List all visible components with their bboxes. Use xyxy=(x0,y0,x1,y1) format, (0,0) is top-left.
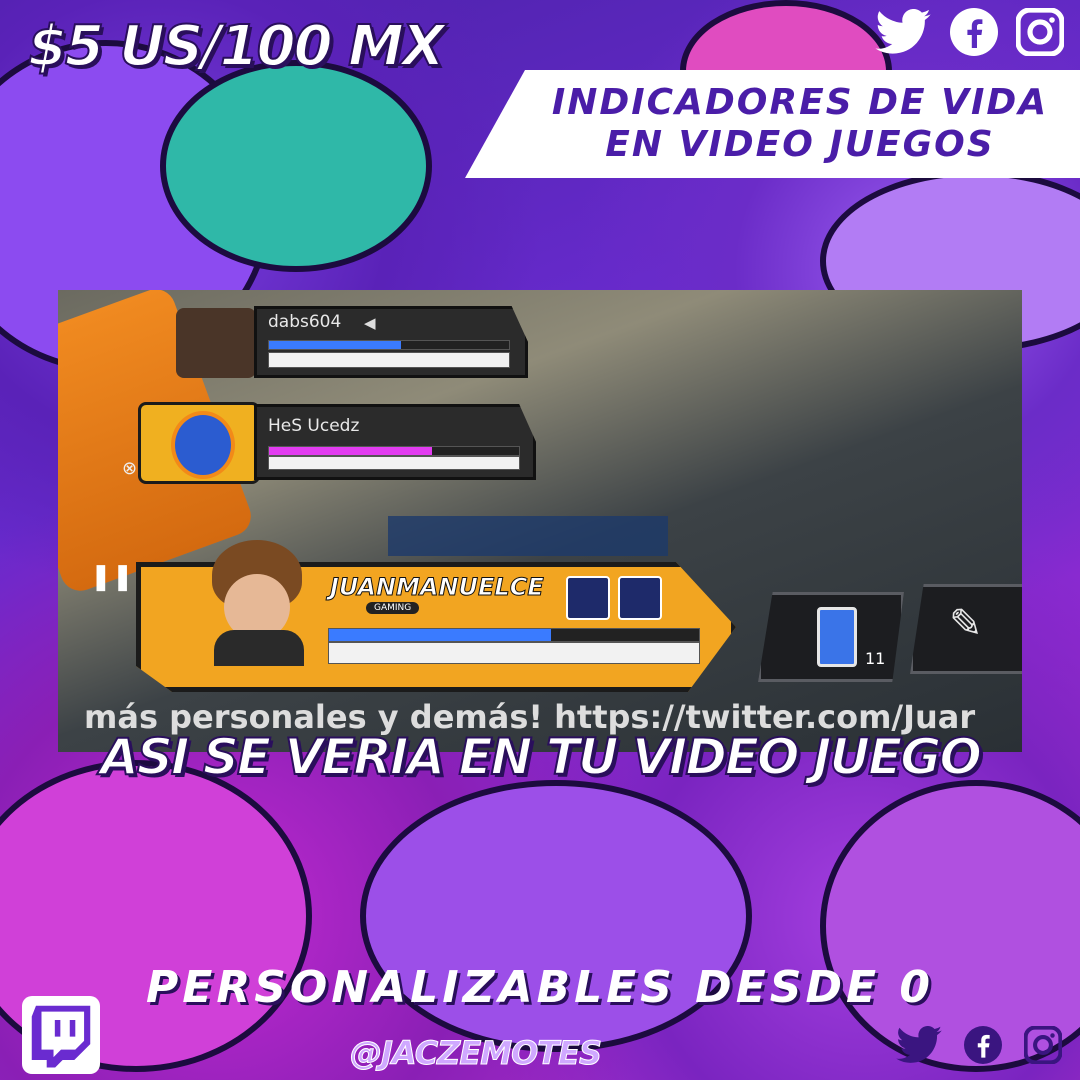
price-label: $5 US/100 MX xyxy=(27,13,446,80)
twitter-icon[interactable] xyxy=(874,8,932,59)
shield-cell-icon xyxy=(817,607,857,667)
player1-health-bar xyxy=(268,352,510,368)
main-player-shield-fill xyxy=(329,629,551,641)
player2-name: HeS Ucedz xyxy=(268,416,360,436)
avatar-body xyxy=(214,630,304,666)
badge-1-icon xyxy=(566,576,610,620)
speaker-icon: ◀ xyxy=(364,314,376,332)
facebook-icon[interactable] xyxy=(950,8,998,60)
player2-avatar xyxy=(171,411,235,479)
social-icons-bottom xyxy=(896,1025,1063,1068)
bg-character-teal xyxy=(160,60,432,272)
handle-text: @JACZEMOTES xyxy=(349,1034,602,1073)
xbox-icon: ⊗ xyxy=(122,458,138,479)
player1-shield-bar xyxy=(268,340,510,350)
blurred-status-banner xyxy=(388,516,668,556)
main-player-avatar xyxy=(198,536,318,666)
player1-name: dabs604 xyxy=(268,312,342,332)
instagram-icon[interactable] xyxy=(1015,7,1065,60)
tagline-text: PERSONALIZABLES DESDE 0 xyxy=(146,962,934,1013)
gameplay-screenshot: dabs604 ◀ ⊗ HeS Ucedz ❚❚ JUANMANUELCE GA… xyxy=(58,290,1022,752)
item-count: 11 xyxy=(865,649,886,668)
title-line-1: INDICADORES DE VIDA xyxy=(551,82,1049,123)
main-player-subtitle: GAMING xyxy=(366,602,420,614)
item-slot-syringe: ✎ xyxy=(910,584,1022,674)
instagram-icon[interactable] xyxy=(1023,1025,1063,1068)
caption-text: ASI SE VERIA EN TU VIDEO JUEGO xyxy=(99,727,983,787)
title-banner-text: INDICADORES DE VIDA EN VIDEO JUEGOS xyxy=(540,82,1060,166)
syringe-icon: ✎ xyxy=(949,601,983,647)
facebook-icon[interactable] xyxy=(964,1026,1002,1068)
player2-shield-bar xyxy=(268,446,520,456)
main-player-health-bar xyxy=(328,642,700,664)
twitch-icon[interactable] xyxy=(22,996,100,1074)
player2-health-bar xyxy=(268,456,520,470)
player2-shield-fill xyxy=(269,447,432,455)
player1-shield-fill xyxy=(269,341,401,349)
item-slot-shield-cell: 11 xyxy=(758,592,904,682)
twitter-icon[interactable] xyxy=(896,1025,942,1068)
main-player-name: JUANMANUELCE xyxy=(330,573,545,602)
player1-avatar xyxy=(176,308,256,378)
main-player-shield-bar xyxy=(328,628,700,642)
player2-avatar-frame xyxy=(138,402,260,484)
social-icons-top xyxy=(874,7,1065,60)
title-line-2: EN VIDEO JUEGOS xyxy=(605,124,995,165)
pause-icon[interactable]: ❚❚ xyxy=(90,562,134,592)
badge-2-icon xyxy=(618,576,662,620)
